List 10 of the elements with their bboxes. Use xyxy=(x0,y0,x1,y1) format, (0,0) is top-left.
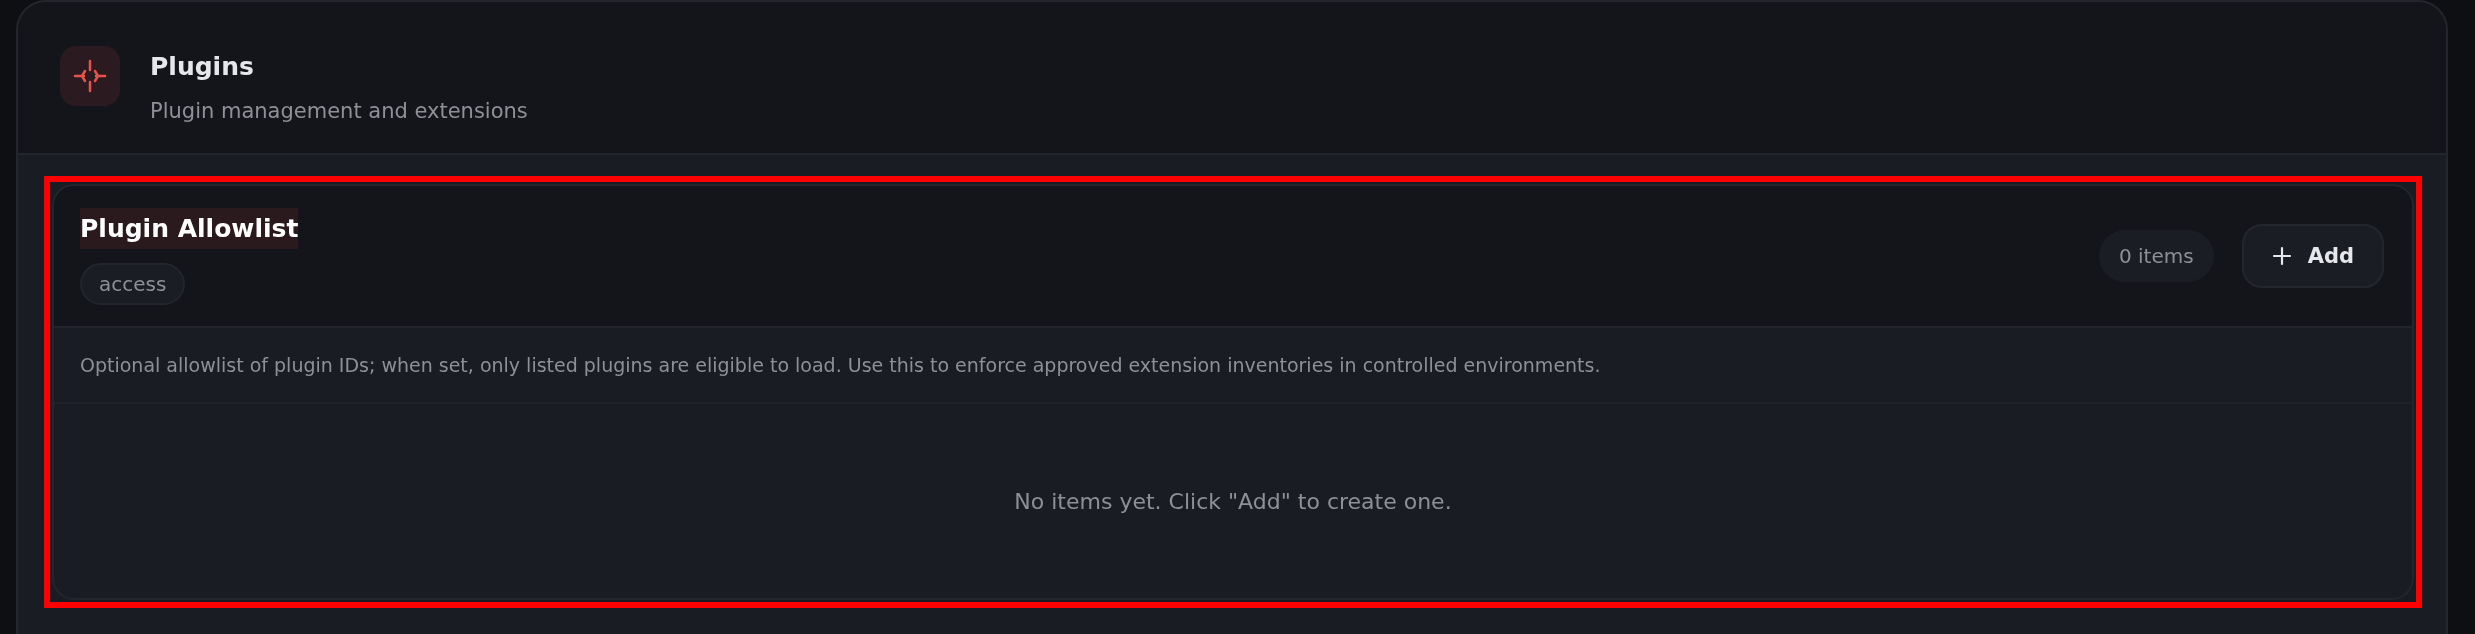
crosshair-icon xyxy=(60,46,120,106)
panel-subtitle: Plugin management and extensions xyxy=(150,99,528,123)
item-count: 0 items xyxy=(2099,230,2214,282)
section-title: Plugin Allowlist xyxy=(80,207,299,249)
add-button[interactable]: Add xyxy=(2241,224,2384,288)
empty-state-text: No items yet. Click "Add" to create one. xyxy=(1014,488,1452,514)
panel-title: Plugins xyxy=(150,52,255,81)
access-tag: access xyxy=(80,262,186,305)
section-description: Optional allowlist of plugin IDs; when set, only listed plugins are eligible to load. Use this to enforce approved extension inventories in controlled environments. xyxy=(54,328,2412,404)
plus-icon xyxy=(2271,246,2292,266)
